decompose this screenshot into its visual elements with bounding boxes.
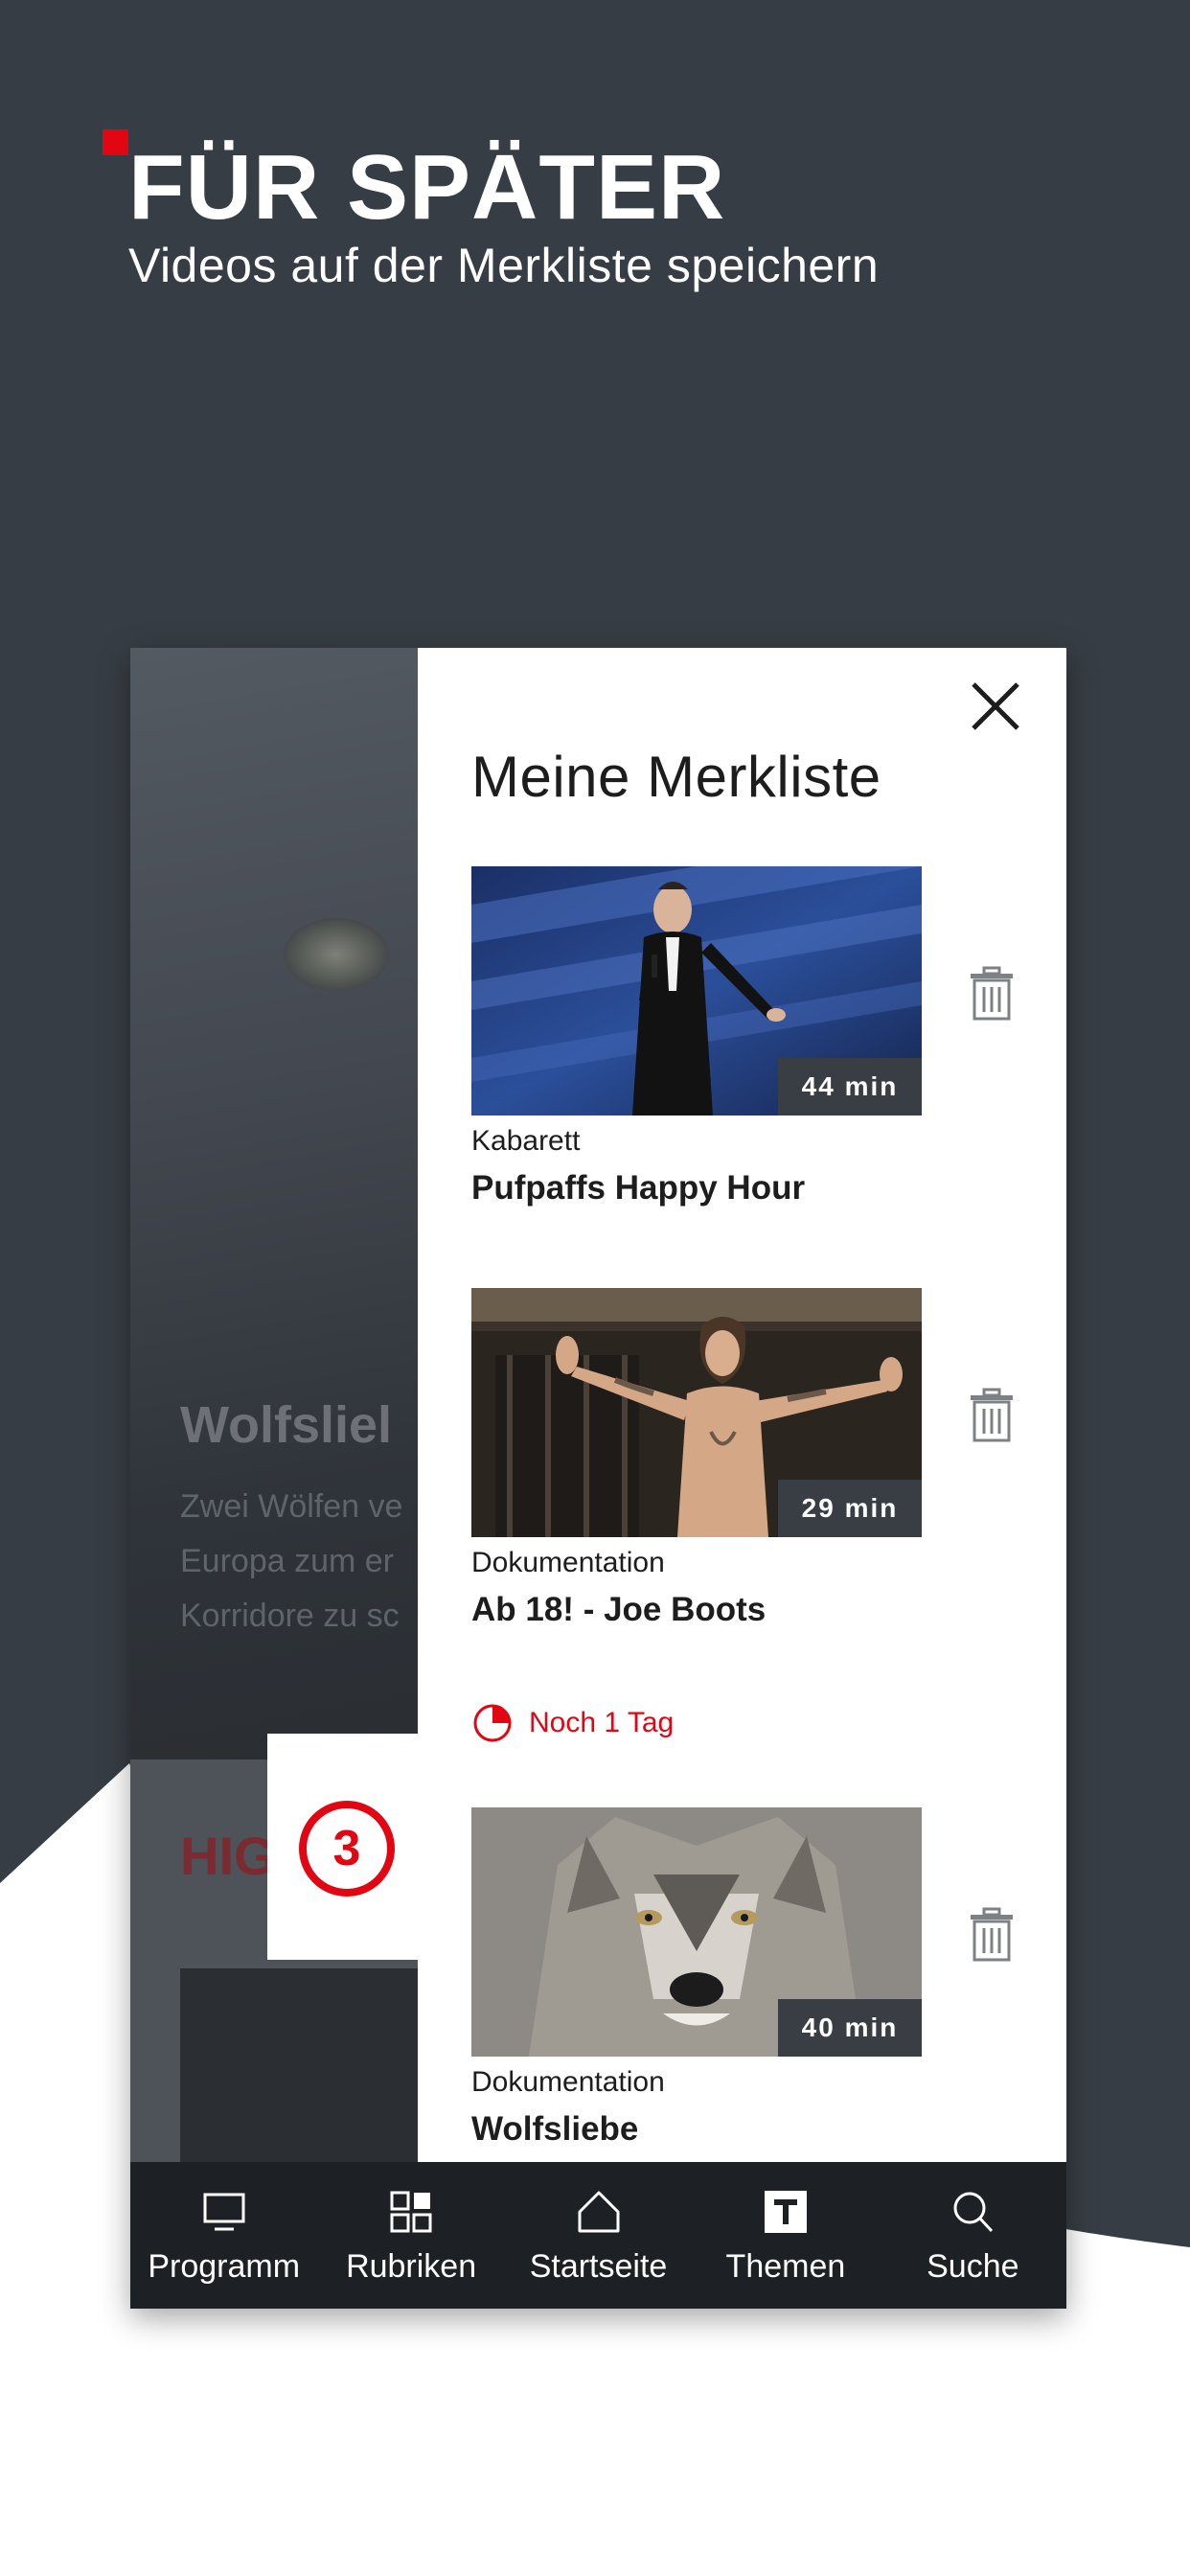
bottom-nav: Programm Rubriken Startseite Themen Such… [130, 2162, 1066, 2309]
nav-label: Startseite [529, 2248, 668, 2285]
expiry-text: Noch 1 Tag [529, 1707, 675, 1738]
promo-headline: FÜR SPÄTER [128, 136, 726, 239]
video-thumbnail[interactable]: 40 min [471, 1807, 922, 2057]
t-icon [764, 2191, 807, 2233]
nav-label: Suche [927, 2248, 1019, 2285]
grid-icon [390, 2191, 432, 2233]
item-category: Dokumentation [471, 1547, 665, 1578]
drawer-title: Meine Merkliste [471, 745, 881, 809]
channel-logo: 3 [299, 1801, 395, 1897]
video-thumbnail[interactable]: 29 min [471, 1288, 922, 1537]
home-icon [578, 2191, 620, 2233]
nav-item-suche[interactable]: Suche [880, 2162, 1066, 2309]
background-hero-image: Wolfsliel Zwei Wölfen ve Europa zum er K… [130, 648, 418, 1760]
nav-item-rubriken[interactable]: Rubriken [317, 2162, 504, 2309]
phone-screen: Wolfsliel Zwei Wölfen ve Europa zum er K… [130, 648, 1066, 2309]
item-category: Dokumentation [471, 2066, 665, 2098]
promo-subline: Videos auf der Merkliste speichern [128, 239, 880, 292]
background-section-label: HIG [180, 1826, 276, 1886]
tv-icon [203, 2193, 245, 2231]
duration-badge: 40 min [778, 1999, 922, 2057]
background-title: Wolfsliel [180, 1396, 393, 1454]
close-icon[interactable] [964, 675, 1027, 738]
nav-item-startseite[interactable]: Startseite [505, 2162, 692, 2309]
nav-label: Themen [725, 2248, 846, 2285]
video-thumbnail[interactable]: 44 min [471, 866, 922, 1116]
nav-item-programm[interactable]: Programm [130, 2162, 317, 2309]
duration-badge: 44 min [778, 1058, 922, 1116]
background-thumbnail [180, 1968, 420, 2170]
item-title[interactable]: Wolfsliebe [471, 2110, 638, 2149]
duration-badge: 29 min [778, 1480, 922, 1537]
search-icon [953, 2192, 994, 2233]
trash-icon[interactable] [968, 966, 1016, 1022]
watchlist-drawer: Meine Merkliste 44 min Kabarett Pufpaffs… [418, 648, 1066, 2162]
nav-label: Programm [148, 2248, 301, 2285]
trash-icon[interactable] [968, 1388, 1016, 1443]
nav-label: Rubriken [346, 2248, 477, 2285]
wolf-eye-shape [284, 918, 389, 991]
clock-icon [473, 1704, 512, 1742]
item-title[interactable]: Ab 18! - Joe Boots [471, 1591, 766, 1629]
nav-item-themen[interactable]: Themen [692, 2162, 879, 2309]
item-category: Kabarett [471, 1125, 581, 1157]
expiry-notice: Noch 1 Tag [471, 1702, 674, 1744]
item-title[interactable]: Pufpaffs Happy Hour [471, 1169, 805, 1208]
accent-square [103, 129, 128, 155]
trash-icon[interactable] [968, 1907, 1016, 1963]
